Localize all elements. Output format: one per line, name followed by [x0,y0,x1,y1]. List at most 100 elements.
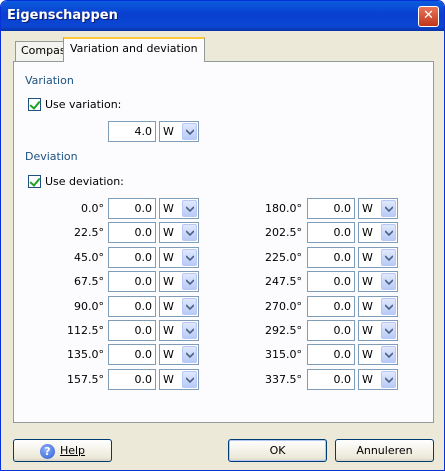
window-title: Eigenschappen [7,8,118,23]
chevron-down-icon[interactable] [381,297,396,315]
deviation-heading-label: 67.5° [74,275,104,289]
ok-button-label: OK [269,444,286,457]
deviation-heading-label: 337.5° [265,372,302,386]
dialog-window: Eigenschappen ✕ Compas Variation and dev… [0,0,445,471]
deviation-value-input[interactable]: 0.0 [108,271,156,293]
variation-group-label: Variation [25,74,74,87]
deviation-value-input[interactable]: 0.0 [307,246,355,268]
deviation-direction-select[interactable]: W [358,295,398,317]
variation-direction-value: W [163,125,174,138]
deviation-value-input[interactable]: 0.0 [108,198,156,219]
deviation-direction-select[interactable]: W [159,222,199,244]
use-variation-label: Use variation: [45,98,122,111]
tab-compas-label: Compas [21,44,66,57]
deviation-value-input[interactable]: 0.0 [307,198,355,219]
deviation-heading-label: 202.5° [265,226,302,240]
checkmark-icon [28,175,41,188]
deviation-heading-label: 292.5° [265,324,302,337]
help-button[interactable]: ? Help [13,439,112,462]
deviation-direction-select[interactable]: W [159,271,199,293]
chevron-down-icon[interactable] [182,297,197,315]
deviation-direction-select[interactable]: W [358,344,398,366]
close-button[interactable]: ✕ [418,6,439,27]
deviation-direction-select[interactable]: W [358,198,398,219]
deviation-heading-label: 90.0° [74,299,104,313]
chevron-down-icon[interactable] [381,248,396,266]
chevron-down-icon[interactable] [182,123,197,140]
chevron-down-icon[interactable] [381,346,396,364]
deviation-heading-label: 157.5° [67,372,104,386]
deviation-value-input[interactable]: 0.0 [307,295,355,317]
deviation-value-input[interactable]: 0.0 [108,320,156,341]
chevron-down-icon[interactable] [182,370,197,388]
chevron-down-icon[interactable] [381,200,396,217]
deviation-direction-value: W [362,372,373,386]
deviation-direction-value: W [163,275,174,289]
cancel-button-label: Annuleren [356,444,413,457]
deviation-heading-label: 135.0° [67,348,104,362]
chevron-down-icon[interactable] [381,322,396,339]
deviation-heading-label: 315.0° [265,348,302,362]
deviation-direction-value: W [163,372,174,386]
deviation-direction-value: W [362,299,373,313]
title-bar[interactable]: Eigenschappen ✕ [1,1,444,31]
deviation-direction-select[interactable]: W [358,246,398,268]
help-icon: ? [39,443,55,459]
tab-variation-label: Variation and deviation [70,42,198,55]
deviation-direction-select[interactable]: W [358,222,398,244]
chevron-down-icon[interactable] [182,200,197,217]
deviation-heading-label: 180.0° [265,202,302,215]
deviation-direction-value: W [362,226,373,240]
variation-direction-select[interactable]: W [159,121,199,142]
deviation-direction-select[interactable]: W [358,320,398,341]
deviation-value-input[interactable]: 0.0 [307,368,355,390]
deviation-direction-select[interactable]: W [159,246,199,268]
deviation-direction-value: W [362,348,373,362]
use-variation-checkbox[interactable]: Use variation: [28,98,121,111]
deviation-heading-label: 45.0° [74,250,104,264]
deviation-value-input[interactable]: 0.0 [108,222,156,244]
checkmark-icon [28,98,41,111]
tab-variation-and-deviation[interactable]: Variation and deviation [63,37,205,62]
deviation-direction-value: W [163,299,174,313]
help-button-label: Help [59,444,86,457]
deviation-value-input[interactable]: 0.0 [307,222,355,244]
cancel-button[interactable]: Annuleren [335,439,434,462]
deviation-direction-value: W [163,202,174,215]
deviation-direction-select[interactable]: W [159,368,199,390]
deviation-direction-select[interactable]: W [159,295,199,317]
deviation-value-input[interactable]: 0.0 [307,271,355,293]
use-deviation-label: Use deviation: [45,175,124,188]
deviation-value-input[interactable]: 0.0 [108,344,156,366]
deviation-heading-label: 225.0° [265,250,302,264]
chevron-down-icon[interactable] [182,346,197,364]
deviation-direction-select[interactable]: W [159,198,199,219]
deviation-direction-select[interactable]: W [358,271,398,293]
deviation-direction-select[interactable]: W [159,344,199,366]
deviation-direction-select[interactable]: W [358,368,398,390]
deviation-direction-value: W [362,202,373,215]
chevron-down-icon[interactable] [381,273,396,291]
deviation-value-input[interactable]: 0.0 [307,320,355,341]
variation-value-input[interactable]: 4.0 [108,121,156,142]
chevron-down-icon[interactable] [182,224,197,242]
deviation-direction-value: W [163,226,174,240]
chevron-down-icon[interactable] [381,370,396,388]
chevron-down-icon[interactable] [182,273,197,291]
deviation-direction-value: W [163,324,174,337]
deviation-value-input[interactable]: 0.0 [108,368,156,390]
deviation-value-input[interactable]: 0.0 [108,246,156,268]
chevron-down-icon[interactable] [381,224,396,242]
deviation-heading-label: 22.5° [74,226,104,240]
ok-button[interactable]: OK [228,439,327,462]
chevron-down-icon[interactable] [182,322,197,339]
deviation-value-input[interactable]: 0.0 [307,344,355,366]
use-deviation-checkbox[interactable]: Use deviation: [28,175,124,188]
chevron-down-icon[interactable] [182,248,197,266]
deviation-group-label: Deviation [25,150,78,163]
deviation-value-input[interactable]: 0.0 [108,295,156,317]
deviation-direction-select[interactable]: W [159,320,199,341]
deviation-heading-label: 112.5° [67,324,104,337]
deviation-heading-label: 247.5° [265,275,302,289]
deviation-direction-value: W [163,348,174,362]
